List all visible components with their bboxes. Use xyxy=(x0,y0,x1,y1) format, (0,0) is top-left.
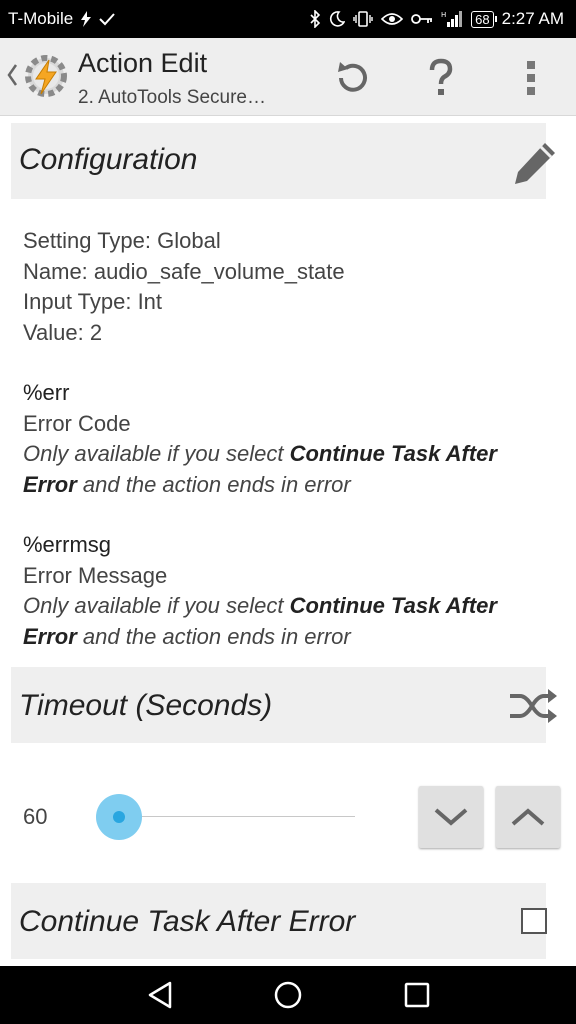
note-text: and the action ends in error xyxy=(76,623,351,649)
variable-note: Only available if you select Continue Ta… xyxy=(23,439,497,500)
timeout-title: Timeout (Seconds) xyxy=(19,689,273,722)
recents-icon[interactable] xyxy=(403,980,431,1010)
overflow-menu-button[interactable] xyxy=(507,54,555,102)
note-text: Only available if you select xyxy=(23,593,290,618)
variable-name: %err xyxy=(23,380,70,405)
note-bold-text: Error xyxy=(23,623,77,649)
help-icon xyxy=(429,58,453,95)
chevron-up-icon xyxy=(511,808,545,826)
note-bold-text: Error xyxy=(23,471,77,497)
variable-name: %errmsg xyxy=(23,532,112,557)
decrement-button[interactable] xyxy=(419,786,483,848)
bluetooth-icon xyxy=(310,10,321,28)
flash-icon xyxy=(81,11,92,27)
timeout-section-header: Timeout (Seconds) xyxy=(11,667,557,743)
shuffle-icon[interactable] xyxy=(508,687,558,725)
configuration-details: Setting Type: Global Name: audio_safe_vo… xyxy=(23,226,345,348)
eye-icon xyxy=(381,13,404,25)
chevron-down-icon xyxy=(434,808,468,826)
configuration-section-header: Configuration xyxy=(11,123,555,199)
overflow-menu-icon xyxy=(527,61,535,95)
clock: 2:27 AM xyxy=(501,9,564,28)
status-bar: T-Mobile H 68 2:27 AM xyxy=(0,0,576,38)
variable-description: Error Code xyxy=(23,410,131,436)
navigation-bar xyxy=(0,966,576,1024)
home-icon[interactable] xyxy=(273,980,303,1010)
undo-icon xyxy=(338,62,367,92)
key-icon xyxy=(411,14,433,24)
note-text: Only available if you select xyxy=(23,441,290,466)
note-text: and the action ends in error xyxy=(76,471,351,497)
note-bold-text: Continue Task After xyxy=(289,441,497,466)
value-line: Value: 2 xyxy=(23,319,103,345)
back-icon[interactable] xyxy=(146,980,174,1010)
continue-task-checkbox[interactable] xyxy=(521,908,547,934)
tasker-app-icon[interactable] xyxy=(22,52,70,100)
variable-errmsg: %errmsg Error Message Only available if … xyxy=(23,530,497,652)
input-type-line: Input Type: Int xyxy=(23,289,163,314)
configuration-title: Configuration xyxy=(19,143,198,176)
battery-indicator: 68 xyxy=(471,10,498,28)
back-chevron-icon[interactable] xyxy=(6,62,18,88)
pencil-icon[interactable] xyxy=(511,139,559,187)
page-subtitle: 2. AutoTools Secure… xyxy=(78,87,266,108)
vibrate-icon xyxy=(353,11,373,27)
undo-button[interactable] xyxy=(328,54,376,102)
timeout-value: 60 xyxy=(23,804,48,829)
svg-text:H: H xyxy=(441,11,446,19)
signal-icon: H xyxy=(441,11,463,27)
page-title: Action Edit xyxy=(78,48,208,78)
action-bar: Action Edit 2. AutoTools Secure… xyxy=(0,38,576,116)
timeout-slider-track[interactable] xyxy=(120,816,355,817)
variable-description: Error Message xyxy=(23,562,168,588)
name-line: Name: audio_safe_volume_state xyxy=(23,258,345,284)
check-icon xyxy=(99,13,115,26)
help-button[interactable] xyxy=(417,54,465,102)
continue-task-label: Continue Task After Error xyxy=(19,905,356,938)
variable-note: Only available if you select Continue Ta… xyxy=(23,591,497,652)
continue-task-row[interactable]: Continue Task After Error xyxy=(11,883,546,959)
carrier-label: T-Mobile xyxy=(8,9,74,28)
increment-button[interactable] xyxy=(496,786,560,848)
timeout-slider-thumb[interactable] xyxy=(96,794,142,840)
moon-icon xyxy=(330,11,346,27)
note-bold-text: Continue Task After xyxy=(289,593,497,618)
variable-err: %err Error Code Only available if you se… xyxy=(23,378,497,500)
setting-type-line: Setting Type: Global xyxy=(23,228,221,253)
